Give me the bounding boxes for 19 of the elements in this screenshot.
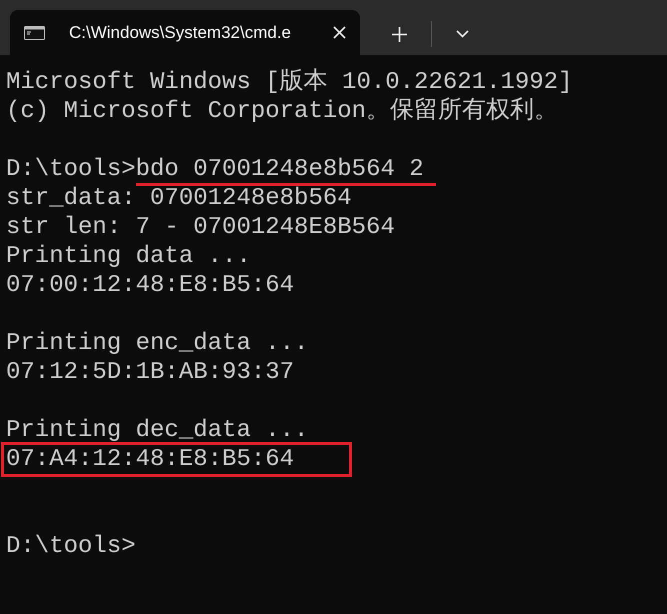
command-text: bdo 07001248e8b564 2 (136, 156, 436, 186)
output-line: Microsoft Windows [版本 10.0.22621.1992] (6, 69, 572, 96)
terminal-tab[interactable]: C:\Windows\System32\cmd.e (10, 10, 360, 55)
output-line: 07:A4:12:48:E8:B5:64 (4, 445, 350, 474)
output-line: str_data: 07001248e8b564 (6, 185, 352, 212)
close-icon[interactable] (333, 26, 346, 39)
output-line: Printing dec_data ... (6, 417, 308, 444)
tab-title: C:\Windows\System32\cmd.e (69, 22, 292, 44)
output-line: Printing enc_data ... (6, 330, 308, 357)
new-tab-icon[interactable] (392, 26, 407, 42)
output-line: Printing data ... (6, 243, 251, 270)
output-line: (c) Microsoft Corporation。保留所有权利。 (6, 98, 558, 125)
console-icon (24, 26, 45, 40)
dropdown-chevron-icon[interactable] (456, 30, 469, 38)
prompt-text: D:\tools> (6, 533, 136, 560)
prompt-text: D:\tools> (6, 156, 136, 183)
output-line: 07:12:5D:1B:AB:93:37 (6, 359, 294, 386)
output-line: str len: 7 - 07001248E8B564 (6, 214, 395, 241)
output-line: 07:00:12:48:E8:B5:64 (6, 272, 294, 299)
